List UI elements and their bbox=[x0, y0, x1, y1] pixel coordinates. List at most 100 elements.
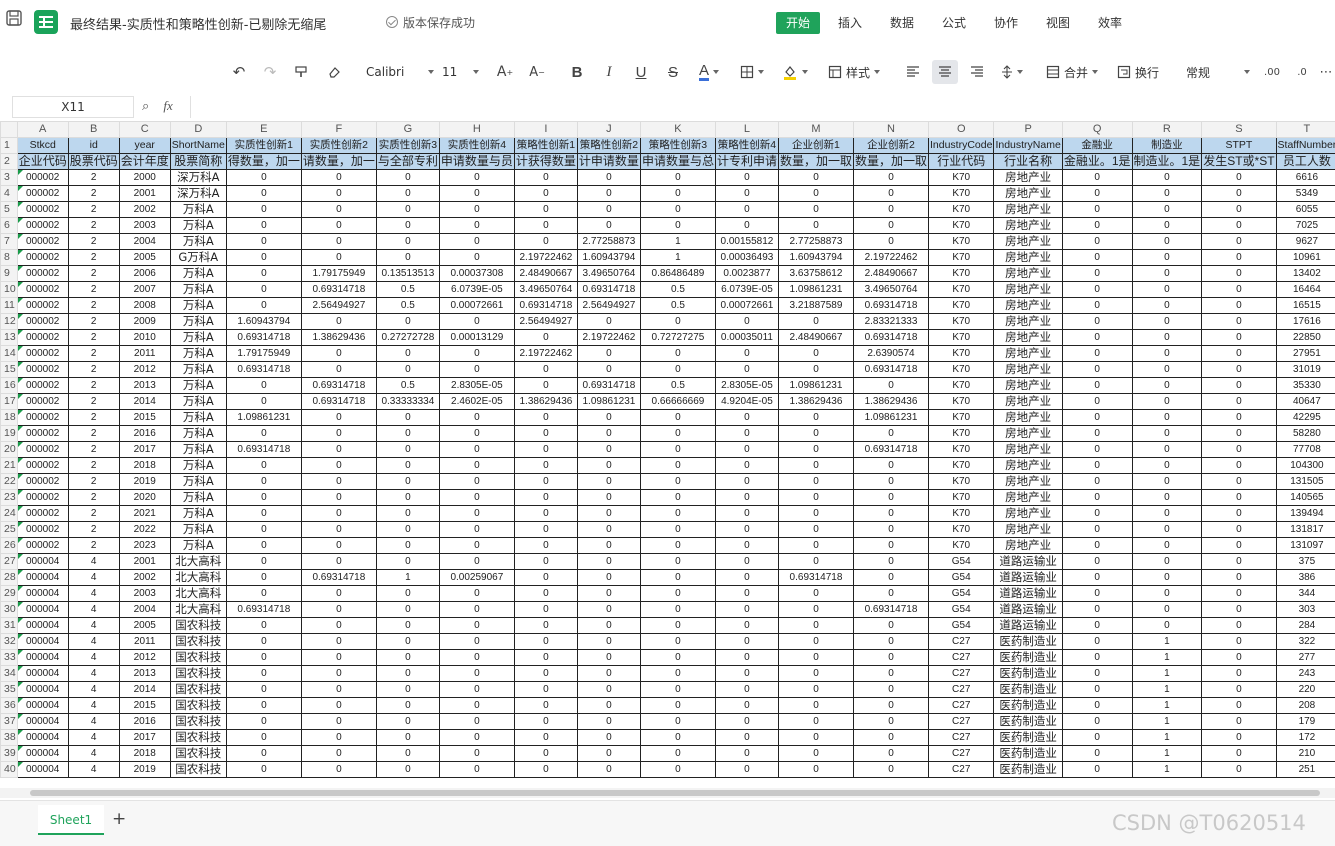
cell[interactable]: 2022 bbox=[118, 521, 171, 538]
cell[interactable]: 房地产业 bbox=[993, 233, 1063, 250]
clear-icon[interactable] bbox=[323, 60, 345, 84]
cell[interactable]: 0 bbox=[375, 745, 440, 762]
row-header[interactable]: 24 bbox=[0, 505, 18, 522]
row-header[interactable]: 23 bbox=[0, 489, 18, 506]
cell[interactable]: 0 bbox=[1061, 521, 1133, 538]
cell[interactable]: 0 bbox=[300, 553, 377, 570]
row-header[interactable]: 13 bbox=[0, 329, 18, 346]
cell[interactable]: 1.38629436 bbox=[852, 393, 930, 410]
row-header[interactable]: 34 bbox=[0, 665, 18, 682]
cell[interactable]: 0 bbox=[576, 537, 641, 554]
cell[interactable]: 0 bbox=[375, 601, 440, 618]
cell[interactable]: 0 bbox=[225, 457, 302, 474]
cell[interactable]: 2003 bbox=[118, 585, 171, 602]
cell[interactable]: 0 bbox=[576, 633, 641, 650]
cell[interactable]: 2.8305E-05 bbox=[714, 377, 779, 394]
cell[interactable]: 0 bbox=[1061, 713, 1133, 730]
cell[interactable]: 0 bbox=[1061, 233, 1133, 250]
cell[interactable]: 2010 bbox=[118, 329, 171, 346]
cell[interactable]: 2 bbox=[67, 281, 120, 298]
cell[interactable]: 万科A bbox=[169, 201, 227, 218]
cell[interactable]: 万科A bbox=[169, 505, 227, 522]
number-format-select[interactable]: 常规 bbox=[1180, 60, 1252, 84]
cell[interactable]: 0 bbox=[225, 169, 302, 186]
cell[interactable]: 0 bbox=[639, 425, 716, 442]
cell[interactable]: 4 bbox=[67, 649, 120, 666]
cell[interactable]: K70 bbox=[927, 457, 995, 474]
cell[interactable]: 0 bbox=[639, 601, 716, 618]
cell[interactable]: 实质性创新1 bbox=[225, 137, 302, 154]
cell[interactable]: 0.5 bbox=[639, 297, 716, 314]
align-center-icon[interactable] bbox=[932, 60, 958, 84]
cell[interactable]: 000002 bbox=[16, 169, 69, 186]
cell[interactable]: 4 bbox=[67, 665, 120, 682]
cell[interactable]: 0 bbox=[777, 425, 854, 442]
cell[interactable]: 0 bbox=[300, 313, 377, 330]
cell[interactable]: Stkcd bbox=[16, 137, 69, 154]
cell[interactable]: 0 bbox=[300, 633, 377, 650]
cell[interactable]: 企业代码 bbox=[16, 153, 69, 170]
cell[interactable]: 0 bbox=[438, 345, 515, 362]
cell[interactable]: 0.69314718 bbox=[300, 393, 377, 410]
cell[interactable]: 243 bbox=[1275, 665, 1335, 682]
cell[interactable]: 3.49650764 bbox=[852, 281, 930, 298]
cell[interactable]: 0 bbox=[1061, 361, 1133, 378]
cell[interactable]: 0 bbox=[1131, 249, 1203, 266]
cell[interactable]: 2.19722462 bbox=[576, 329, 641, 346]
zoom-search-icon[interactable]: ⌕ bbox=[142, 99, 149, 114]
cell[interactable]: 0 bbox=[438, 409, 515, 426]
cell[interactable]: 000002 bbox=[16, 297, 69, 314]
column-header-s[interactable]: S bbox=[1201, 121, 1277, 138]
cell[interactable]: 4 bbox=[67, 617, 120, 634]
cell[interactable]: 0 bbox=[639, 617, 716, 634]
cell[interactable]: 2012 bbox=[118, 649, 171, 666]
cell[interactable]: 0 bbox=[1201, 457, 1277, 474]
cell[interactable]: 0.69314718 bbox=[576, 377, 641, 394]
cell[interactable]: 0 bbox=[1131, 425, 1203, 442]
cell[interactable]: 0 bbox=[852, 377, 930, 394]
cell[interactable]: 0 bbox=[300, 249, 377, 266]
cell[interactable]: 0 bbox=[438, 201, 515, 218]
cell[interactable]: 申请数量与总 bbox=[639, 153, 716, 170]
cell[interactable]: 实质性创新3 bbox=[375, 137, 440, 154]
cell[interactable]: 2.48490667 bbox=[513, 265, 578, 282]
vertical-align-icon[interactable] bbox=[996, 60, 1028, 84]
cell[interactable]: 0 bbox=[1131, 409, 1203, 426]
cell[interactable]: 0.69314718 bbox=[777, 569, 854, 586]
cell[interactable]: 0 bbox=[576, 521, 641, 538]
cell[interactable]: 0 bbox=[639, 537, 716, 554]
cell[interactable]: 0 bbox=[1201, 649, 1277, 666]
row-header[interactable]: 17 bbox=[0, 393, 18, 410]
cell[interactable]: 0 bbox=[639, 633, 716, 650]
cell[interactable]: 万科A bbox=[169, 329, 227, 346]
cell[interactable]: 0 bbox=[513, 409, 578, 426]
cell[interactable]: 2.56494927 bbox=[513, 313, 578, 330]
cell[interactable]: 员工人数 bbox=[1275, 153, 1335, 170]
cell[interactable]: 0 bbox=[513, 569, 578, 586]
cell[interactable]: 0.5 bbox=[639, 281, 716, 298]
cell[interactable]: 0 bbox=[225, 697, 302, 714]
cell[interactable]: 0 bbox=[225, 425, 302, 442]
cell[interactable]: 万科A bbox=[169, 489, 227, 506]
row-header[interactable]: 5 bbox=[0, 201, 18, 218]
cell[interactable]: 0 bbox=[513, 441, 578, 458]
cell[interactable]: 国农科技 bbox=[169, 633, 227, 650]
cell[interactable]: 2 bbox=[67, 441, 120, 458]
cell[interactable]: 2 bbox=[67, 361, 120, 378]
more-icon[interactable]: ⋯ bbox=[1318, 60, 1334, 84]
cell[interactable]: IndustryCode bbox=[927, 137, 995, 154]
cell[interactable]: 2016 bbox=[118, 713, 171, 730]
cell[interactable]: 1.60943794 bbox=[225, 313, 302, 330]
cell[interactable]: 0 bbox=[576, 713, 641, 730]
cell[interactable]: 房地产业 bbox=[993, 201, 1063, 218]
cell[interactable]: 0 bbox=[777, 409, 854, 426]
row-header[interactable]: 21 bbox=[0, 457, 18, 474]
row-header[interactable]: 6 bbox=[0, 217, 18, 234]
cell[interactable]: 1.79175949 bbox=[225, 345, 302, 362]
cell[interactable]: 1.09861231 bbox=[852, 409, 930, 426]
cell[interactable]: 医药制造业 bbox=[993, 729, 1063, 746]
cell[interactable]: 0 bbox=[576, 441, 641, 458]
cell[interactable]: 0 bbox=[714, 569, 779, 586]
cell[interactable]: 0 bbox=[438, 537, 515, 554]
cell[interactable]: 0 bbox=[639, 473, 716, 490]
